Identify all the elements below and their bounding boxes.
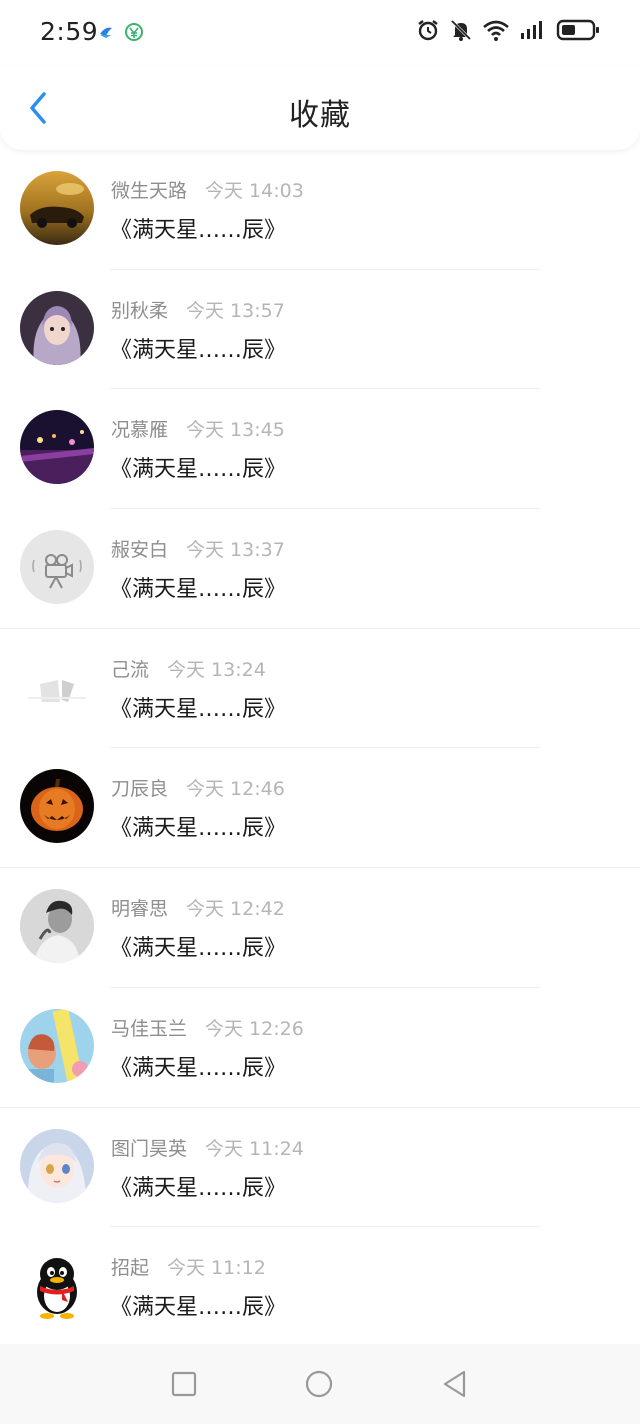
item-content: 《满天星……辰》 — [110, 577, 287, 603]
item-content: 《满天星……辰》 — [110, 337, 287, 363]
favorites-list: 微生天路 今天 14:03 《满天星……辰》 别秋柔 今天 13:57 《满天星……… — [0, 150, 640, 1347]
sender-line: 招起 今天 11:12 — [111, 1253, 266, 1280]
app-header: 收藏 — [0, 66, 640, 150]
battery-icon — [556, 18, 600, 46]
avatar — [20, 889, 94, 964]
status-bar: 2:59 — [0, 0, 640, 66]
sender-line: 赧安白 今天 13:37 — [111, 535, 285, 562]
avatar — [20, 530, 94, 605]
sender-name: 微生天路 — [111, 180, 188, 202]
status-indicators — [416, 18, 600, 46]
qq-penguin-icon — [20, 1248, 94, 1323]
sender-name: 刀辰良 — [111, 778, 169, 801]
avatar — [20, 1008, 94, 1083]
sender-name: 图门昊英 — [111, 1137, 188, 1160]
avatar — [20, 290, 94, 365]
item-time: 今天 13:24 — [167, 658, 266, 681]
item-time: 今天 11:24 — [205, 1137, 304, 1160]
item-time: 今天 13:45 — [186, 419, 285, 442]
sender-name: 况慕雁 — [111, 419, 169, 442]
item-content: 《满天星……辰》 — [110, 1055, 287, 1081]
item-time: 今天 12:26 — [205, 1017, 304, 1040]
avatar — [20, 769, 94, 844]
item-content: 《满天星……辰》 — [110, 936, 287, 962]
sender-name: 己流 — [111, 658, 150, 681]
sender-line: 图门昊英 今天 11:24 — [111, 1134, 304, 1161]
alarm-icon — [416, 18, 440, 46]
item-time: 今天 14:03 — [205, 180, 304, 202]
cloud-app-icon — [97, 22, 115, 44]
sender-name: 明睿思 — [111, 898, 169, 921]
sender-name: 别秋柔 — [111, 299, 169, 322]
list-item[interactable]: 别秋柔 今天 13:57 《满天星……辰》 — [0, 270, 640, 390]
recents-square-icon[interactable] — [168, 1368, 200, 1400]
sender-line: 别秋柔 今天 13:57 — [111, 296, 285, 323]
item-time: 今天 11:12 — [167, 1257, 266, 1280]
sender-name: 马佳玉兰 — [111, 1017, 188, 1040]
list-item[interactable]: 马佳玉兰 今天 12:26 《满天星……辰》 — [0, 988, 640, 1108]
sender-name: 赧安白 — [111, 539, 169, 562]
avatar — [20, 649, 94, 724]
avatar — [20, 171, 94, 245]
item-content: 《满天星……辰》 — [110, 1175, 287, 1201]
sender-line: 明睿思 今天 12:42 — [111, 894, 285, 921]
sender-line: 马佳玉兰 今天 12:26 — [111, 1014, 304, 1041]
back-triangle-icon[interactable] — [438, 1368, 470, 1400]
mute-bell-icon — [450, 18, 472, 46]
system-nav-bar — [0, 1344, 640, 1424]
sender-line: 况慕雁 今天 13:45 — [111, 415, 285, 442]
item-time: 今天 13:37 — [186, 539, 285, 562]
item-content: 《满天星……辰》 — [110, 696, 287, 722]
item-content: 《满天星……辰》 — [110, 816, 287, 842]
sender-line: 己流 今天 13:24 — [111, 655, 266, 682]
list-item[interactable]: 图门昊英 今天 11:24 《满天星……辰》 — [0, 1108, 640, 1228]
list-item[interactable]: 己流 今天 13:24 《满天星……辰》 — [0, 629, 640, 749]
item-time: 今天 13:57 — [186, 299, 285, 322]
item-time: 今天 12:46 — [186, 778, 285, 801]
sender-line: 微生天路 今天 14:03 — [111, 176, 304, 203]
list-item[interactable]: 微生天路 今天 14:03 《满天星……辰》 — [0, 150, 640, 270]
home-circle-icon[interactable] — [303, 1368, 335, 1400]
status-time: 2:59 — [40, 17, 99, 46]
wifi-icon — [482, 18, 510, 46]
page-title: 收藏 — [289, 98, 351, 133]
sender-name: 招起 — [111, 1257, 150, 1280]
list-item[interactable]: 况慕雁 今天 13:45 《满天星……辰》 — [0, 389, 640, 510]
item-time: 今天 12:42 — [186, 898, 285, 921]
list-item[interactable]: 刀辰良 今天 12:46 《满天星……辰》 — [0, 748, 640, 869]
signal-icon — [520, 19, 546, 45]
item-content: 《满天星……辰》 — [110, 218, 287, 243]
wechat-pay-icon — [124, 22, 144, 46]
avatar — [20, 410, 94, 485]
avatar — [20, 1128, 94, 1203]
item-content: 《满天星……辰》 — [110, 457, 287, 483]
list-item[interactable]: 明睿思 今天 12:42 《满天星……辰》 — [0, 868, 640, 988]
sender-line: 刀辰良 今天 12:46 — [111, 774, 285, 801]
list-item[interactable]: 赧安白 今天 13:37 《满天星……辰》 — [0, 509, 640, 629]
item-content: 《满天星……辰》 — [110, 1295, 287, 1321]
list-item[interactable]: 招起 今天 11:12 《满天星……辰》 — [0, 1227, 640, 1347]
